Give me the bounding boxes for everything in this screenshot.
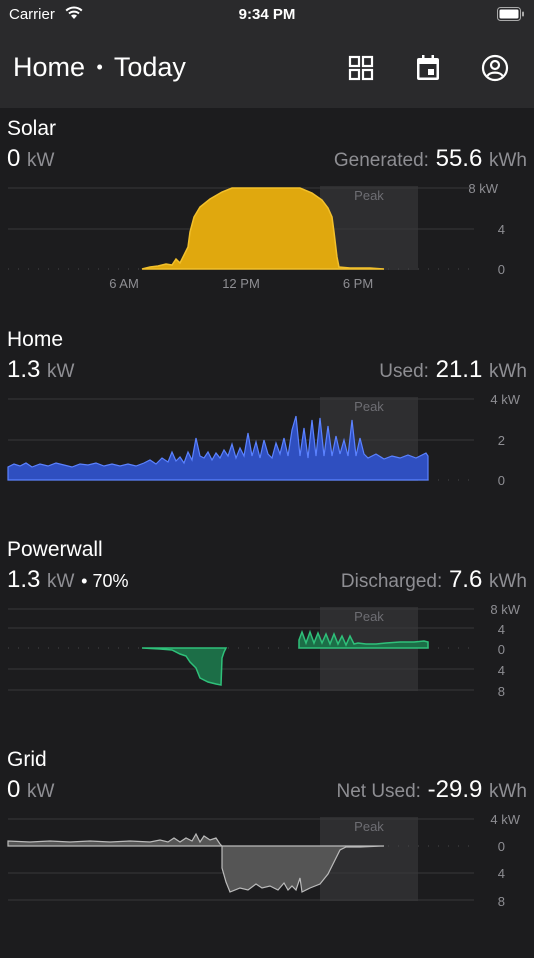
clock: 9:34 PM: [238, 6, 296, 23]
y-tick: 4: [498, 866, 505, 881]
section-title: Powerwall: [7, 538, 103, 561]
y-tick: 4: [498, 622, 505, 637]
powerwall-chart: Peak 8 kW 4 0 4 8: [8, 602, 521, 699]
y-tick: 8: [498, 894, 505, 909]
grid-chart: Peak 4 kW 0 4 8: [7, 812, 521, 909]
peak-label: Peak: [354, 819, 384, 834]
account-button[interactable]: [479, 52, 511, 84]
home-section[interactable]: Home 1.3 kW Used: 21.1 kWh Peak 4 kW 2 0: [0, 328, 534, 538]
y-tick: 0: [498, 642, 505, 657]
peak-label: Peak: [354, 188, 384, 203]
powerwall-section[interactable]: Powerwall 1.3 kW • 70% Discharged: 7.6 k…: [0, 538, 534, 748]
period-label[interactable]: Today: [114, 52, 186, 82]
site-name: Home: [13, 52, 86, 82]
peak-label: Peak: [354, 609, 384, 624]
section-title: Home: [7, 328, 64, 351]
section-title: Solar: [7, 117, 57, 140]
title-separator: •: [96, 57, 103, 77]
y-tick: 0: [498, 473, 505, 488]
y-tick: 0: [498, 839, 505, 854]
peak-label: Peak: [354, 399, 384, 414]
grid-import-area: [7, 832, 224, 847]
y-tick: 0: [498, 262, 505, 277]
solar-chart: Peak 8 kW 4 0 6 AM 12 PM 6 PM: [8, 181, 505, 291]
y-tick: 8 kW: [490, 602, 520, 617]
y-tick: 4 kW: [490, 812, 520, 827]
grid-view-button[interactable]: [345, 52, 377, 84]
page-title: Home • Today: [13, 52, 186, 83]
y-tick: 4: [498, 222, 505, 237]
section-title: Grid: [7, 748, 47, 771]
y-tick: 8 kW: [468, 181, 498, 196]
x-tick: 6 PM: [343, 276, 373, 291]
status-bar: Carrier 9:34 PM: [0, 0, 534, 30]
x-tick: 12 PM: [222, 276, 260, 291]
account-icon: [481, 54, 509, 82]
x-tick: 6 AM: [109, 276, 139, 291]
y-tick: 4: [498, 663, 505, 678]
app-header: Home • Today: [0, 30, 534, 108]
calendar-button[interactable]: [412, 52, 444, 84]
grid-section[interactable]: Grid 0 kW Net Used: -29.9 kWh Peak 4 kW …: [0, 748, 534, 958]
y-tick: 8: [498, 684, 505, 699]
solar-section[interactable]: Solar 0 kW Generated: 55.6 kWh Peak 8 kW…: [0, 117, 534, 327]
home-chart: Peak 4 kW 2 0: [7, 392, 521, 488]
grid-icon: [348, 55, 374, 81]
y-tick: 4 kW: [490, 392, 520, 407]
battery-icon: [497, 7, 524, 21]
calendar-icon: [417, 55, 439, 80]
y-tick: 2: [498, 433, 505, 448]
discharge-area: [141, 647, 228, 686]
